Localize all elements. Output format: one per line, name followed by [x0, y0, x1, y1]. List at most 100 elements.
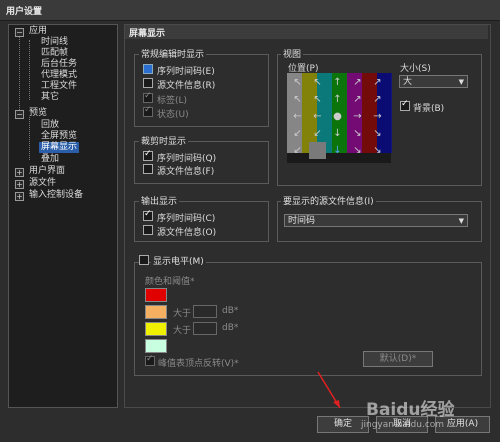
output-title: 输出显示 — [139, 194, 180, 207]
level-swatch-yellow[interactable] — [145, 322, 167, 336]
view-title: 视图 — [281, 47, 304, 60]
expander-icon[interactable]: + — [15, 192, 24, 201]
selected-position-cell[interactable] — [309, 142, 326, 159]
source-info-select-value: 时间码 — [288, 216, 316, 226]
level-swatch-red[interactable] — [145, 288, 167, 302]
trim-seq-timecode-label: 序列时间码(Q) — [157, 154, 217, 164]
tree-item-timeline[interactable]: 时间线 — [41, 37, 68, 48]
normal-source-info-checkbox[interactable] — [143, 78, 153, 88]
above-label: 大于 — [173, 309, 192, 319]
arrow-up-icon[interactable]: ↑ — [329, 74, 346, 91]
arrow-down-right-icon[interactable]: ↘ — [349, 142, 366, 159]
normal-status-label: 状态(U) — [157, 110, 189, 120]
tree-connector — [29, 117, 30, 160]
expander-icon[interactable]: + — [15, 180, 24, 189]
trim-title: 裁剪时显示 — [139, 134, 189, 147]
background-checkbox[interactable] — [400, 99, 410, 111]
above-label: 大于 — [173, 326, 192, 336]
source-info-select[interactable]: 时间码 ▼ — [284, 214, 468, 227]
chevron-down-icon: ▼ — [458, 217, 464, 225]
panel-title: 屏幕显示 — [129, 29, 166, 39]
output-seq-timecode-checkbox[interactable] — [143, 209, 153, 221]
tree-item-onscreen-display[interactable]: 屏幕显示 — [39, 142, 80, 153]
size-select[interactable]: 大 ▼ — [399, 75, 468, 88]
arrow-down-right-icon[interactable]: ↘ — [369, 125, 386, 142]
panel-header: 屏幕显示 — [125, 25, 488, 39]
level-meter-checkbox[interactable] — [139, 255, 149, 265]
threshold-input-2[interactable] — [193, 322, 217, 335]
tree-item-preview[interactable]: 预览 — [29, 108, 47, 119]
tree-item-user-interface[interactable]: 用户界面 — [29, 166, 65, 177]
arrow-up-icon[interactable]: ↑ — [329, 91, 346, 108]
tree-item-background-tasks[interactable]: 后台任务 — [41, 59, 77, 70]
output-source-info-checkbox[interactable] — [143, 225, 153, 235]
normal-edit-title: 常规编辑时显示 — [139, 47, 207, 60]
arrow-up-left-icon[interactable]: ↖ — [309, 74, 326, 91]
arrow-up-left-icon[interactable]: ↖ — [289, 74, 306, 91]
normal-tag-label: 标签(L) — [157, 96, 188, 106]
arrow-up-left-icon[interactable]: ↖ — [289, 91, 306, 108]
background-label: 背景(B) — [413, 104, 445, 114]
unit-label: dB* — [222, 323, 239, 333]
expander-icon[interactable]: − — [15, 28, 24, 37]
expander-icon[interactable]: + — [15, 168, 24, 177]
arrow-up-right-icon[interactable]: ↗ — [349, 91, 366, 108]
arrow-up-right-icon[interactable]: ↗ — [369, 74, 386, 91]
watermark-url: jingyan.baidu.com — [361, 420, 445, 430]
tree-item-fullscreen-preview[interactable]: 全屏预览 — [41, 131, 77, 142]
arrow-left-icon[interactable]: ← — [309, 108, 326, 125]
normal-tag-checkbox[interactable] — [143, 91, 153, 103]
trim-source-info-label: 源文件信息(F) — [157, 167, 215, 177]
arrow-up-right-icon[interactable]: ↗ — [349, 74, 366, 91]
output-seq-timecode-label: 序列时间码(C) — [157, 214, 216, 224]
size-label: 大小(S) — [400, 64, 431, 74]
arrow-up-left-icon[interactable]: ↖ — [309, 91, 326, 108]
peak-invert-label: 峰值表顶点反转(V)* — [158, 359, 239, 369]
normal-source-info-label: 源文件信息(R) — [157, 81, 216, 91]
normal-seq-timecode-label: 序列时间码(E) — [157, 67, 215, 77]
arrow-down-right-icon[interactable]: ↘ — [369, 142, 386, 159]
arrow-right-icon[interactable]: → — [369, 108, 386, 125]
tree-item-playback[interactable]: 回放 — [41, 120, 59, 131]
arrow-down-left-icon[interactable]: ↙ — [289, 125, 306, 142]
tree-item-overlay[interactable]: 叠加 — [41, 154, 59, 165]
normal-status-checkbox[interactable] — [143, 105, 153, 117]
unit-label: dB* — [222, 306, 239, 316]
tree-connector — [29, 40, 30, 100]
settings-tree[interactable]: − 应用 时间线 匹配帧 后台任务 代理模式 工程文件 其它 − 预览 回放 全… — [8, 24, 118, 408]
default-button[interactable]: 默认(D)* — [363, 351, 433, 367]
normal-seq-timecode-checkbox[interactable] — [143, 64, 153, 74]
tree-item-project-file[interactable]: 工程文件 — [41, 81, 77, 92]
tree-item-app[interactable]: 应用 — [29, 26, 47, 37]
tree-item-match-frame[interactable]: 匹配帧 — [41, 48, 68, 59]
arrow-down-left-icon[interactable]: ↙ — [309, 125, 326, 142]
arrow-up-right-icon[interactable]: ↗ — [369, 91, 386, 108]
trim-seq-timecode-checkbox[interactable] — [143, 149, 153, 161]
tree-connector — [19, 35, 20, 110]
tree-item-source[interactable]: 源文件 — [29, 178, 56, 189]
arrow-left-icon[interactable]: ← — [289, 108, 306, 125]
peak-invert-checkbox[interactable] — [145, 354, 155, 366]
threshold-input-1[interactable] — [193, 305, 217, 318]
output-source-info-label: 源文件信息(O) — [157, 228, 217, 238]
tree-item-other[interactable]: 其它 — [41, 92, 59, 103]
level-meter-title: 显示电平(M) — [151, 254, 206, 267]
center-dot-icon[interactable]: ● — [329, 108, 346, 125]
source-info-title: 要显示的源文件信息(I) — [281, 194, 376, 207]
tree-item-proxy-mode[interactable]: 代理模式 — [41, 70, 77, 81]
trim-source-info-checkbox[interactable] — [143, 164, 153, 174]
arrow-right-icon[interactable]: → — [349, 108, 366, 125]
arrow-down-right-icon[interactable]: ↘ — [349, 125, 366, 142]
expander-icon[interactable]: − — [15, 110, 24, 119]
window-title: 用户设置 — [6, 7, 43, 17]
arrow-down-left-icon[interactable]: ↙ — [289, 142, 306, 159]
arrow-down-icon[interactable]: ↓ — [329, 142, 346, 159]
level-swatch-mint[interactable] — [145, 339, 167, 353]
position-grid[interactable]: ↖ ↖ ↑ ↗ ↗ ↖ ↖ ↑ ↗ ↗ ← ← ● → → ↙ ↙ ↓ ↘ ↘ ↙ ↓ ↘ ↘ — [287, 73, 392, 163]
annotation-arrow-icon — [317, 371, 341, 409]
size-select-value: 大 — [403, 77, 413, 87]
color-threshold-label: 颜色和阈值* — [145, 277, 195, 287]
arrow-down-icon[interactable]: ↓ — [329, 125, 346, 142]
tree-item-input-device[interactable]: 输入控制设备 — [29, 190, 83, 201]
level-swatch-orange[interactable] — [145, 305, 167, 319]
